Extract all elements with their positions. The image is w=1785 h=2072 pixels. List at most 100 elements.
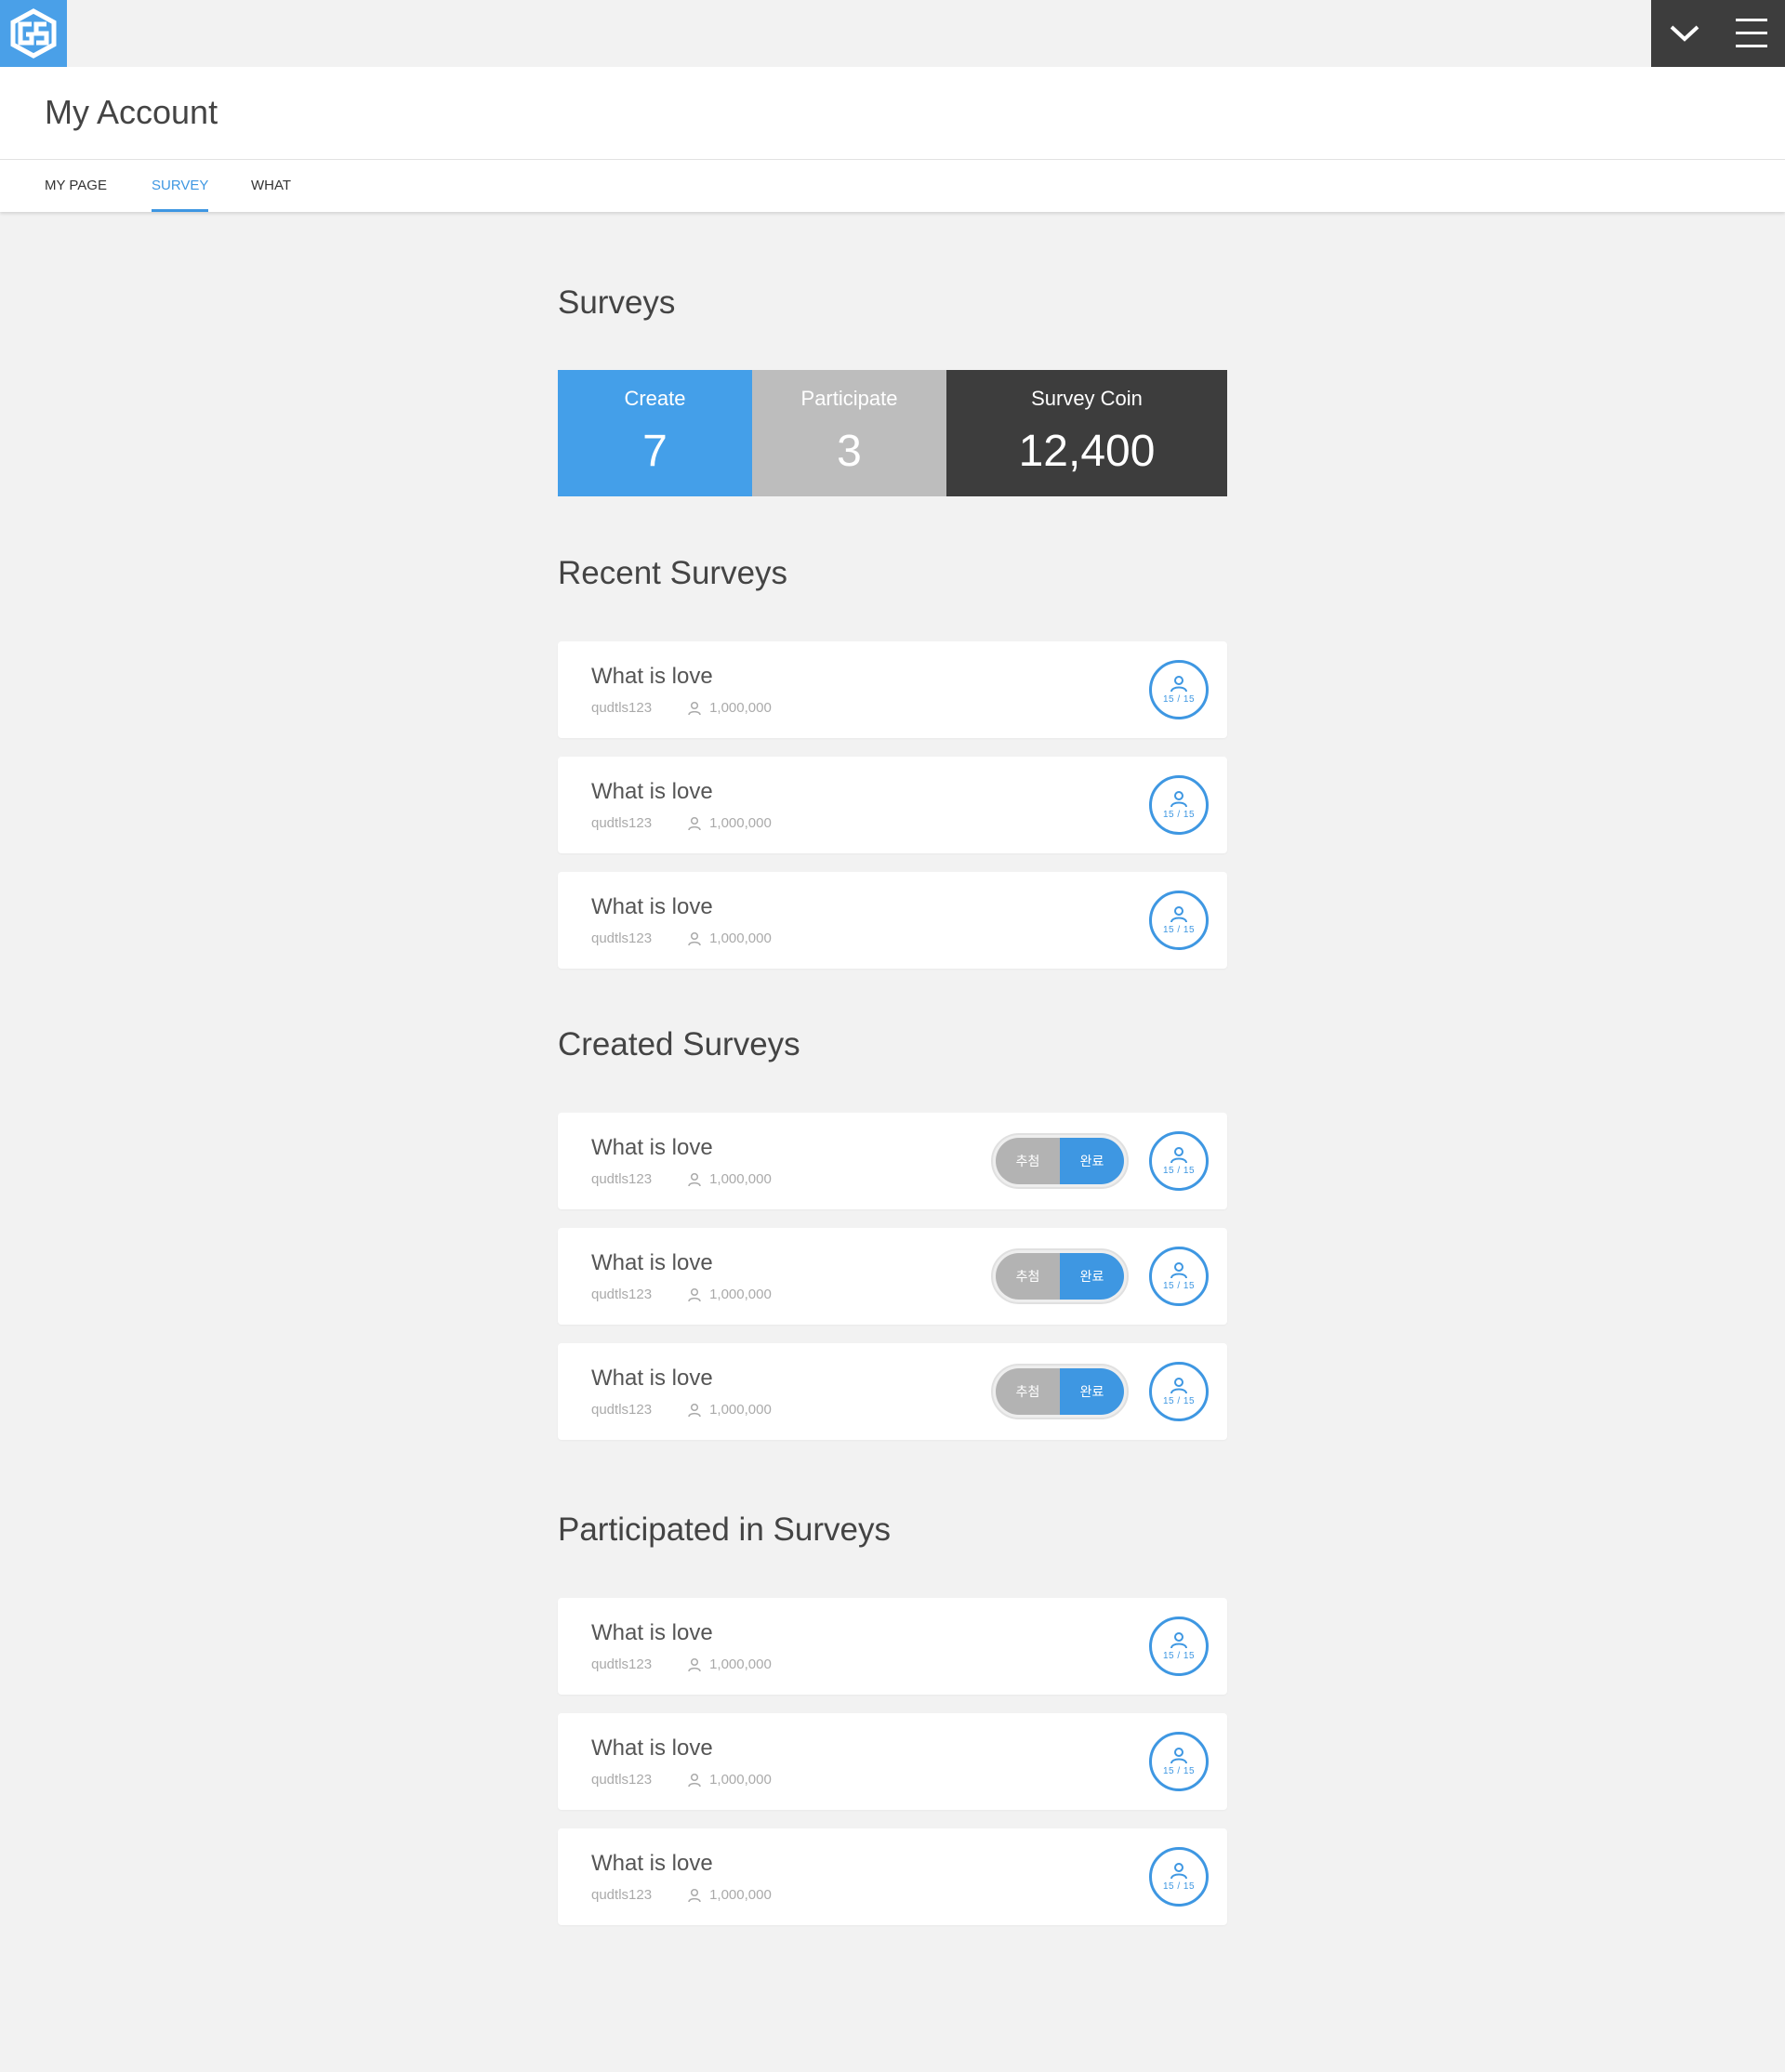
survey-meta: qudtls123 1,000,000 bbox=[591, 930, 772, 946]
participants-badge: 15 / 15 bbox=[1149, 1732, 1209, 1791]
stat-coin-label: Survey Coin bbox=[1031, 387, 1143, 410]
survey-count-value: 1,000,000 bbox=[709, 1656, 772, 1672]
draw-button[interactable]: 추첨 bbox=[996, 1368, 1060, 1415]
participants-badge: 15 / 15 bbox=[1149, 1131, 1209, 1191]
person-icon bbox=[688, 1773, 701, 1787]
created-survey-card[interactable]: What is love qudtls123 1,000,000 추첨 완료 1… bbox=[558, 1113, 1227, 1209]
page-header: My Account bbox=[0, 67, 1785, 160]
participated-survey-card[interactable]: What is love qudtls123 1,000,000 15 / 15 bbox=[558, 1598, 1227, 1695]
surveys-title: Surveys bbox=[558, 284, 676, 321]
person-icon bbox=[1170, 1146, 1187, 1163]
stat-participate-value: 3 bbox=[837, 427, 862, 476]
survey-count-value: 1,000,000 bbox=[709, 1402, 772, 1418]
survey-count-value: 1,000,000 bbox=[709, 1171, 772, 1187]
hamburger-menu-icon[interactable] bbox=[1718, 0, 1785, 67]
created-survey-card[interactable]: What is love qudtls123 1,000,000 추첨 완료 1… bbox=[558, 1228, 1227, 1325]
survey-count: 1,000,000 bbox=[687, 815, 772, 831]
participated-survey-card[interactable]: What is love qudtls123 1,000,000 15 / 15 bbox=[558, 1828, 1227, 1925]
person-icon bbox=[1170, 675, 1187, 692]
survey-title: What is love bbox=[591, 779, 713, 804]
page-title: My Account bbox=[45, 93, 218, 131]
person-icon bbox=[688, 816, 701, 830]
participants-ratio: 15 / 15 bbox=[1162, 1650, 1196, 1661]
participants-ratio: 15 / 15 bbox=[1162, 1165, 1196, 1176]
survey-meta: qudtls123 1,000,000 bbox=[591, 1887, 772, 1903]
draw-complete-toggle[interactable]: 추첨 완료 bbox=[991, 1133, 1129, 1189]
complete-button[interactable]: 완료 bbox=[1060, 1138, 1124, 1184]
gs-logo-icon[interactable] bbox=[0, 0, 67, 67]
stat-participate-label: Participate bbox=[800, 387, 898, 410]
person-icon bbox=[688, 701, 701, 715]
participants-badge: 15 / 15 bbox=[1149, 1362, 1209, 1421]
recent-survey-card[interactable]: What is love qudtls123 1,000,000 15 / 15 bbox=[558, 757, 1227, 853]
person-icon bbox=[688, 1172, 701, 1186]
participants-badge: 15 / 15 bbox=[1149, 660, 1209, 719]
tab-bar: MY PAGE SURVEY WHAT bbox=[0, 160, 1785, 212]
survey-title: What is love bbox=[591, 894, 713, 919]
survey-count: 1,000,000 bbox=[687, 930, 772, 946]
person-icon bbox=[1170, 1747, 1187, 1763]
survey-count-value: 1,000,000 bbox=[709, 1772, 772, 1788]
recent-survey-card[interactable]: What is love qudtls123 1,000,000 15 / 15 bbox=[558, 872, 1227, 969]
participants-ratio: 15 / 15 bbox=[1162, 1280, 1196, 1291]
tab-what[interactable]: WHAT bbox=[251, 160, 291, 212]
complete-button[interactable]: 완료 bbox=[1060, 1368, 1124, 1415]
survey-count: 1,000,000 bbox=[687, 700, 772, 716]
stat-participate[interactable]: Participate 3 bbox=[752, 370, 946, 496]
draw-button[interactable]: 추첨 bbox=[996, 1138, 1060, 1184]
survey-author: qudtls123 bbox=[591, 1656, 653, 1672]
survey-title: What is love bbox=[591, 1620, 713, 1645]
participants-ratio: 15 / 15 bbox=[1162, 1881, 1196, 1892]
top-actions bbox=[1651, 0, 1785, 67]
person-icon bbox=[1170, 790, 1187, 807]
participants-badge: 15 / 15 bbox=[1149, 1617, 1209, 1676]
stat-create[interactable]: Create 7 bbox=[558, 370, 752, 496]
recent-survey-card[interactable]: What is love qudtls123 1,000,000 15 / 15 bbox=[558, 641, 1227, 738]
survey-meta: qudtls123 1,000,000 bbox=[591, 1171, 772, 1187]
participants-ratio: 15 / 15 bbox=[1162, 1395, 1196, 1406]
survey-count: 1,000,000 bbox=[687, 1887, 772, 1903]
person-icon bbox=[688, 1403, 701, 1417]
survey-meta: qudtls123 1,000,000 bbox=[591, 1402, 772, 1418]
recent-surveys-title: Recent Surveys bbox=[558, 555, 788, 591]
chevron-down-icon[interactable] bbox=[1651, 0, 1718, 67]
stat-coin-value: 12,400 bbox=[1018, 427, 1156, 476]
survey-count: 1,000,000 bbox=[687, 1402, 772, 1418]
participated-surveys-title: Participated in Surveys bbox=[558, 1511, 891, 1548]
survey-count: 1,000,000 bbox=[687, 1772, 772, 1788]
created-survey-card[interactable]: What is love qudtls123 1,000,000 추첨 완료 1… bbox=[558, 1343, 1227, 1440]
survey-author: qudtls123 bbox=[591, 1287, 653, 1302]
draw-button[interactable]: 추첨 bbox=[996, 1253, 1060, 1300]
participated-survey-card[interactable]: What is love qudtls123 1,000,000 15 / 15 bbox=[558, 1713, 1227, 1810]
person-icon bbox=[1170, 1377, 1187, 1393]
stat-survey-coin[interactable]: Survey Coin 12,400 bbox=[946, 370, 1227, 496]
draw-complete-toggle[interactable]: 추첨 완료 bbox=[991, 1364, 1129, 1419]
survey-meta: qudtls123 1,000,000 bbox=[591, 815, 772, 831]
tab-my-page[interactable]: MY PAGE bbox=[45, 160, 107, 212]
complete-button[interactable]: 완료 bbox=[1060, 1253, 1124, 1300]
survey-author: qudtls123 bbox=[591, 815, 653, 831]
survey-count: 1,000,000 bbox=[687, 1171, 772, 1187]
survey-author: qudtls123 bbox=[591, 930, 653, 946]
participants-badge: 15 / 15 bbox=[1149, 775, 1209, 835]
survey-meta: qudtls123 1,000,000 bbox=[591, 1287, 772, 1302]
tab-survey[interactable]: SURVEY bbox=[152, 160, 209, 212]
participants-ratio: 15 / 15 bbox=[1162, 809, 1196, 820]
survey-author: qudtls123 bbox=[591, 700, 653, 716]
survey-count-value: 1,000,000 bbox=[709, 1887, 772, 1903]
draw-complete-toggle[interactable]: 추첨 완료 bbox=[991, 1248, 1129, 1304]
participants-ratio: 15 / 15 bbox=[1162, 1765, 1196, 1776]
survey-title: What is love bbox=[591, 1366, 713, 1391]
stat-create-value: 7 bbox=[642, 427, 668, 476]
stat-create-label: Create bbox=[624, 387, 686, 410]
survey-title: What is love bbox=[591, 664, 713, 689]
survey-meta: qudtls123 1,000,000 bbox=[591, 1772, 772, 1788]
person-icon bbox=[1170, 1631, 1187, 1648]
survey-author: qudtls123 bbox=[591, 1887, 653, 1903]
survey-meta: qudtls123 1,000,000 bbox=[591, 1656, 772, 1672]
survey-title: What is love bbox=[591, 1851, 713, 1876]
participants-badge: 15 / 15 bbox=[1149, 1847, 1209, 1907]
participants-ratio: 15 / 15 bbox=[1162, 693, 1196, 705]
survey-count: 1,000,000 bbox=[687, 1656, 772, 1672]
person-icon bbox=[1170, 905, 1187, 922]
